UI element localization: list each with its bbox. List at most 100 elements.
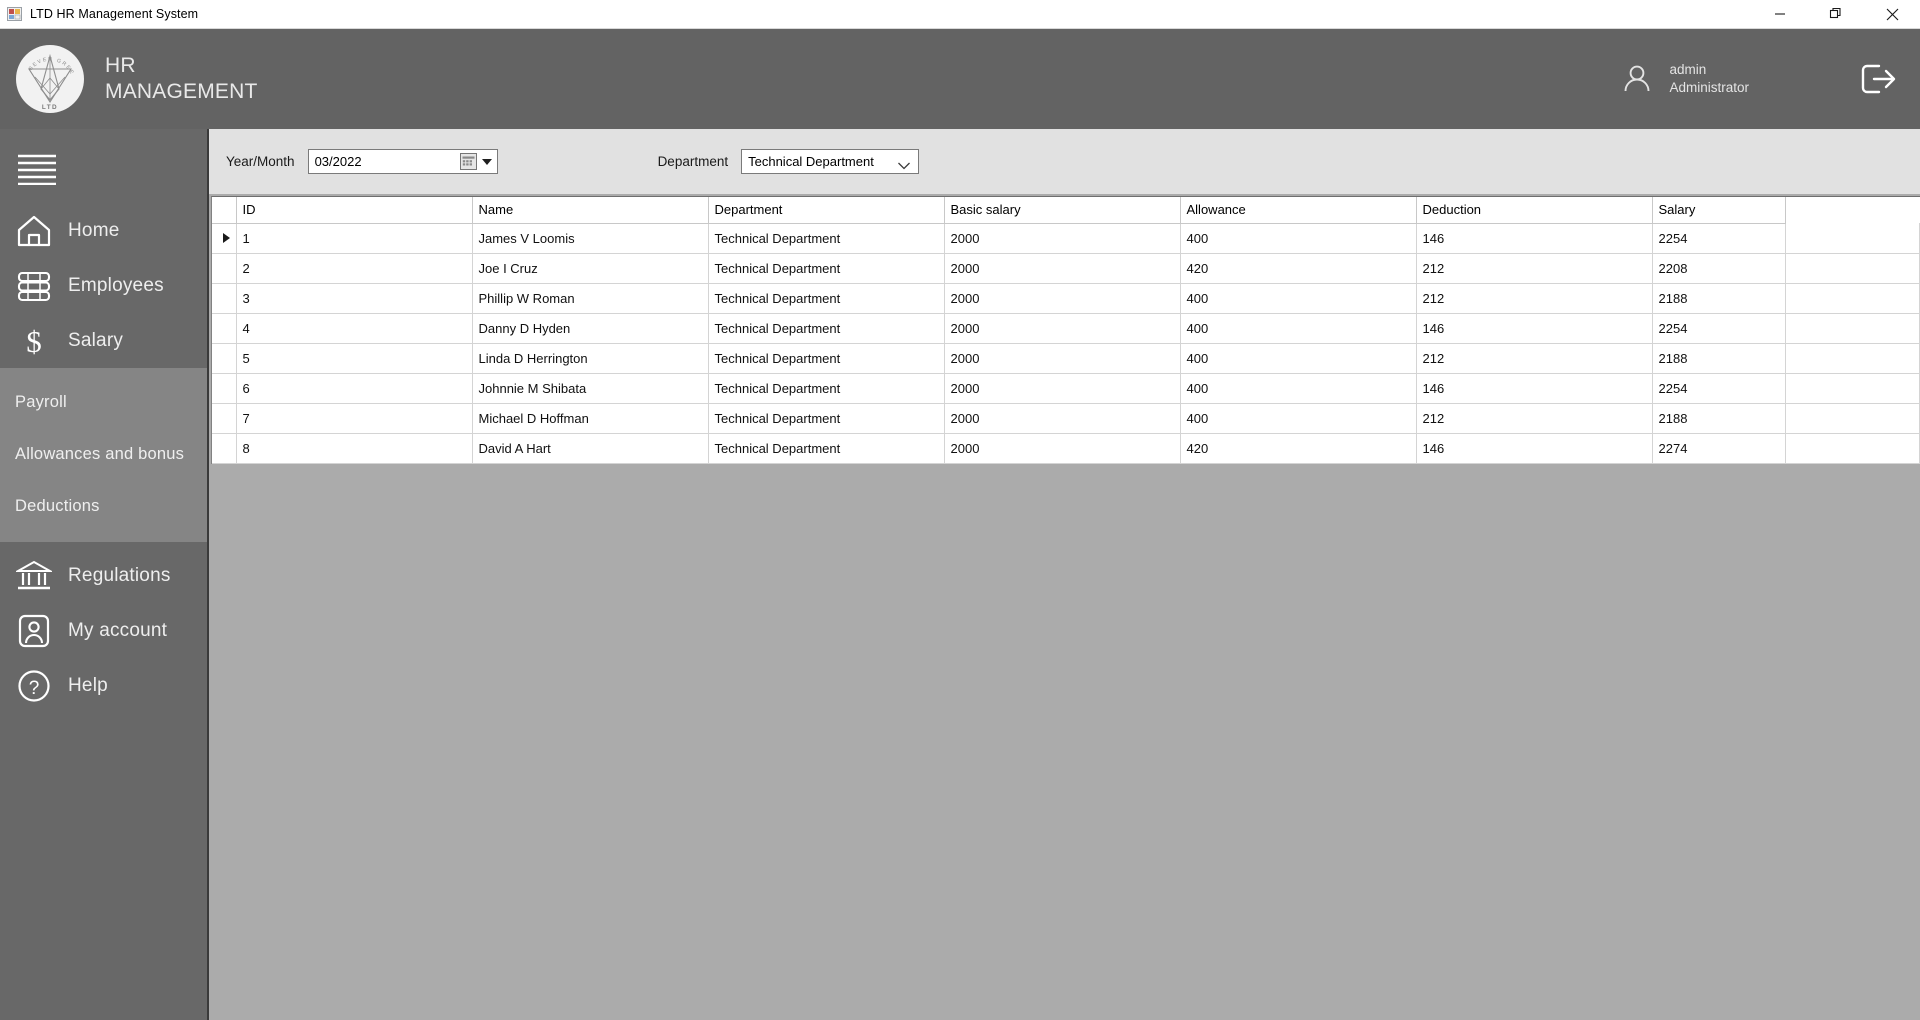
row-selector-cell[interactable] — [212, 313, 237, 344]
cell-salary[interactable]: 2254 — [1652, 313, 1787, 344]
cell-allowance[interactable]: 420 — [1180, 253, 1417, 284]
cell-department[interactable]: Technical Department — [708, 373, 945, 404]
cell-id[interactable]: 7 — [236, 403, 473, 434]
table-row[interactable]: 1 James V Loomis Technical Department 2000 4… — [212, 223, 1920, 254]
table-row[interactable]: 6 Johnnie M Shibata Technical Department 20… — [212, 373, 1920, 404]
cell-department[interactable]: Technical Department — [708, 253, 945, 284]
cell-name[interactable]: David A Hart — [472, 433, 709, 464]
row-selector-cell[interactable] — [212, 433, 237, 464]
cell-allowance[interactable]: 400 — [1180, 313, 1417, 344]
column-header-name[interactable]: Name — [472, 197, 709, 224]
cell-id[interactable]: 6 — [236, 373, 473, 404]
cell-allowance[interactable]: 400 — [1180, 283, 1417, 314]
cell-name[interactable]: Linda D Herrington — [472, 343, 709, 374]
row-selector-cell[interactable] — [212, 283, 237, 314]
cell-id[interactable]: 8 — [236, 433, 473, 464]
hamburger-icon[interactable] — [17, 153, 61, 186]
cell-allowance[interactable]: 400 — [1180, 403, 1417, 434]
sidebar-subitem-payroll[interactable]: Payroll — [0, 376, 207, 428]
sidebar-item-my-account[interactable]: My account — [0, 603, 207, 658]
cell-salary[interactable]: 2254 — [1652, 223, 1787, 254]
cell-basic-salary[interactable]: 2000 — [944, 343, 1181, 374]
year-month-picker[interactable]: 03/2022 — [307, 149, 498, 174]
cell-salary[interactable]: 2188 — [1652, 343, 1787, 374]
sidebar-subitem-allowances[interactable]: Allowances and bonus — [0, 428, 207, 480]
row-selector-cell[interactable] — [212, 253, 237, 284]
cell-department[interactable]: Technical Department — [708, 433, 945, 464]
dropdown-arrow-icon[interactable] — [481, 159, 492, 165]
row-selector-cell[interactable] — [212, 223, 237, 254]
cell-deduction[interactable]: 212 — [1416, 403, 1653, 434]
table-row[interactable]: 8 David A Hart Technical Department 2000 420… — [212, 433, 1920, 464]
cell-name[interactable]: Michael D Hoffman — [472, 403, 709, 434]
cell-department[interactable]: Technical Department — [708, 403, 945, 434]
table-row[interactable]: 2 Joe I Cruz Technical Department 2000 420 21… — [212, 253, 1920, 284]
cell-department[interactable]: Technical Department — [708, 343, 945, 374]
cell-deduction[interactable]: 212 — [1416, 343, 1653, 374]
cell-basic-salary[interactable]: 2000 — [944, 313, 1181, 344]
cell-allowance[interactable]: 400 — [1180, 373, 1417, 404]
cell-name[interactable]: James V Loomis — [472, 223, 709, 254]
sidebar-item-employees[interactable]: Employees — [0, 258, 207, 313]
row-selector-cell[interactable] — [212, 343, 237, 374]
sidebar-subitem-deductions[interactable]: Deductions — [0, 480, 207, 532]
column-header-allowance[interactable]: Allowance — [1180, 197, 1417, 224]
cell-department[interactable]: Technical Department — [708, 223, 945, 254]
cell-id[interactable]: 1 — [236, 223, 473, 254]
cell-department[interactable]: Technical Department — [708, 283, 945, 314]
cell-basic-salary[interactable]: 2000 — [944, 373, 1181, 404]
table-row[interactable]: 5 Linda D Herrington Technical Department 2… — [212, 343, 1920, 374]
column-header-deduction[interactable]: Deduction — [1416, 197, 1653, 224]
cell-id[interactable]: 4 — [236, 313, 473, 344]
minimize-button[interactable] — [1752, 0, 1808, 29]
logout-icon[interactable] — [1854, 57, 1898, 101]
column-header-id[interactable]: ID — [236, 197, 473, 224]
row-selector-cell[interactable] — [212, 373, 237, 404]
row-selector-cell[interactable] — [212, 403, 237, 434]
sidebar-item-salary[interactable]: $ Salary — [0, 313, 207, 368]
cell-basic-salary[interactable]: 2000 — [944, 253, 1181, 284]
cell-deduction[interactable]: 146 — [1416, 373, 1653, 404]
cell-id[interactable]: 5 — [236, 343, 473, 374]
cell-id[interactable]: 3 — [236, 283, 473, 314]
cell-basic-salary[interactable]: 2000 — [944, 433, 1181, 464]
close-button[interactable] — [1864, 0, 1920, 29]
cell-salary[interactable]: 2188 — [1652, 283, 1787, 314]
cell-deduction[interactable]: 146 — [1416, 223, 1653, 254]
cell-name[interactable]: Phillip W Roman — [472, 283, 709, 314]
column-header-department[interactable]: Department — [708, 197, 945, 224]
cell-name[interactable]: Johnnie M Shibata — [472, 373, 709, 404]
sidebar-item-regulations[interactable]: Regulations — [0, 548, 207, 603]
cell-name[interactable]: Joe I Cruz — [472, 253, 709, 284]
cell-salary[interactable]: 2254 — [1652, 373, 1787, 404]
cell-salary[interactable]: 2274 — [1652, 433, 1787, 464]
sidebar-item-help[interactable]: ? Help — [0, 658, 207, 713]
cell-allowance[interactable]: 400 — [1180, 343, 1417, 374]
cell-salary[interactable]: 2208 — [1652, 253, 1787, 284]
table-row[interactable]: 7 Michael D Hoffman Technical Department 20… — [212, 403, 1920, 434]
column-header-basic-salary[interactable]: Basic salary — [944, 197, 1181, 224]
chevron-down-icon[interactable] — [897, 158, 911, 176]
cell-id[interactable]: 2 — [236, 253, 473, 284]
cell-allowance[interactable]: 420 — [1180, 433, 1417, 464]
cell-basic-salary[interactable]: 2000 — [944, 223, 1181, 254]
table-row[interactable]: 3 Phillip W Roman Technical Department 2000… — [212, 283, 1920, 314]
cell-basic-salary[interactable]: 2000 — [944, 283, 1181, 314]
cell-department[interactable]: Technical Department — [708, 313, 945, 344]
column-header-salary[interactable]: Salary — [1652, 197, 1787, 224]
table-row[interactable]: 4 Danny D Hyden Technical Department 2000 40… — [212, 313, 1920, 344]
cell-name[interactable]: Danny D Hyden — [472, 313, 709, 344]
user-block[interactable]: admin Administrator — [1617, 59, 1749, 99]
data-grid[interactable]: ID Name Department Basic salary Allowanc… — [211, 196, 1920, 464]
cell-deduction[interactable]: 146 — [1416, 313, 1653, 344]
cell-allowance[interactable]: 400 — [1180, 223, 1417, 254]
sidebar-item-home[interactable]: Home — [0, 203, 207, 258]
cell-deduction[interactable]: 212 — [1416, 283, 1653, 314]
restore-button[interactable] — [1808, 0, 1864, 29]
cell-salary[interactable]: 2188 — [1652, 403, 1787, 434]
cell-basic-salary[interactable]: 2000 — [944, 403, 1181, 434]
sidebar-subitem-payroll-label: Payroll — [15, 392, 67, 411]
cell-deduction[interactable]: 146 — [1416, 433, 1653, 464]
department-select[interactable]: Technical Department — [741, 149, 920, 176]
cell-deduction[interactable]: 212 — [1416, 253, 1653, 284]
